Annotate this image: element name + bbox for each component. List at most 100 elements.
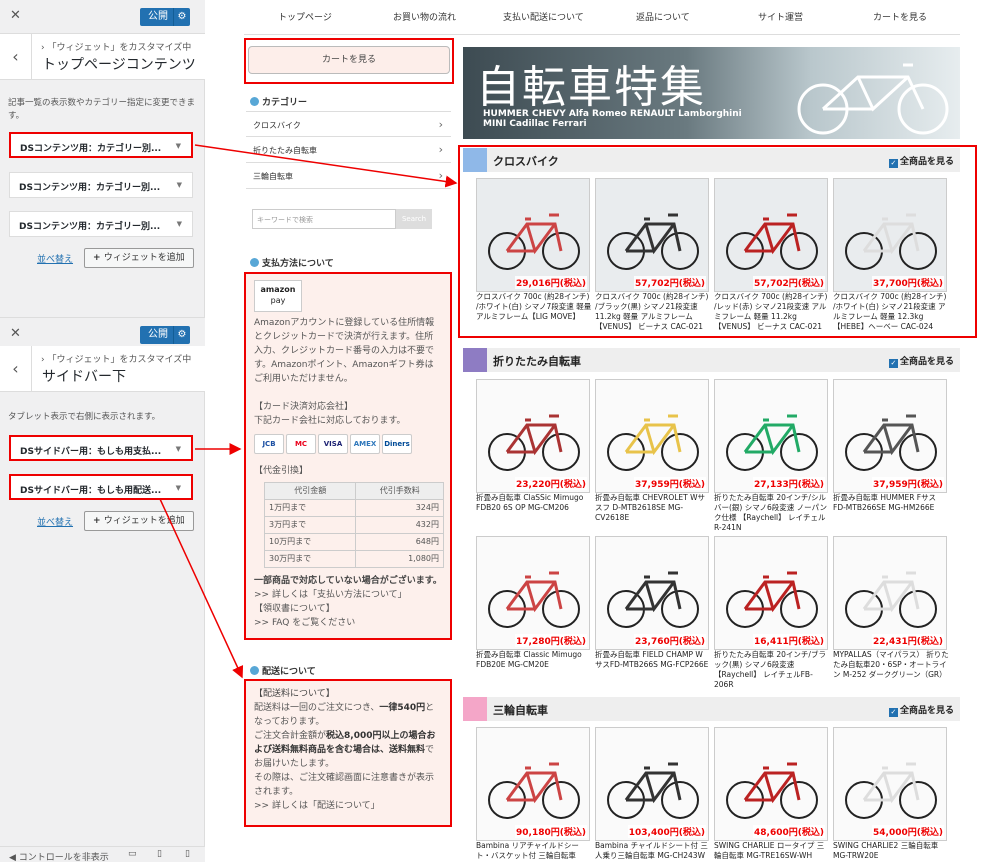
product-name[interactable]: 折畳み自転車 ClaSSic Mimugo FDB20 6S OP MG-CM2…	[476, 493, 592, 533]
close-icon[interactable]: ✕	[10, 8, 21, 23]
widget-item[interactable]: DSサイドバー用：もしも用支払... ▼	[9, 435, 193, 461]
plus-icon: +	[93, 253, 104, 263]
product-image[interactable]: 48,600円(税込)	[714, 727, 828, 841]
triangle-down-icon[interactable]: ▼	[176, 445, 181, 453]
back-arrow-icon[interactable]: ‹	[0, 346, 32, 392]
product-name[interactable]: MYPALLAS（マイパラス） 折りたたみ自転車20・6SP・オートライン M-…	[833, 650, 949, 690]
product-name[interactable]: 折畳み自転車 HUMMER Fサス FD-MTB266SE MG-HM266E	[833, 493, 949, 533]
bullet-icon	[250, 666, 259, 675]
reorder-link[interactable]: 並べ替え	[37, 515, 73, 528]
product-name[interactable]: SWING CHARLIE2 三輪自転車 MG-TRW20E	[833, 841, 949, 862]
product-name[interactable]: 折畳み自転車 Classic Mimugo FDB20E MG-CM20E	[476, 650, 592, 690]
nav-item[interactable]: カートを見る	[873, 10, 927, 30]
product-image[interactable]: 90,180円(税込)	[476, 727, 590, 841]
product-image[interactable]: 29,016円(税込)	[476, 178, 590, 292]
product-name[interactable]: SWING CHARLIE ロータイプ 三輪自転車 MG-TRE16SW-WH	[714, 841, 830, 862]
product-name[interactable]: クロスバイク 700c (約28インチ) /ホワイト(白) シマノ7段変速 軽量…	[476, 292, 592, 332]
feature-banner[interactable]: 自転車特集 HUMMER CHEVY Alfa Romeo RENAULT La…	[463, 47, 960, 139]
product-name[interactable]: クロスバイク 700c (約28インチ) /レッド(赤) シマノ21段変速 アル…	[714, 292, 830, 332]
widget-item[interactable]: DSコンテンツ用：カテゴリー別... ▼	[9, 172, 193, 198]
cod-amount: 30万円まで	[263, 550, 357, 568]
delivery-text: 配送料は一回のご注文につき、一律540円となっております。	[254, 701, 442, 729]
product-name[interactable]: クロスバイク 700c (約28インチ) /ホワイト(白) シマノ21段変速 ア…	[833, 292, 949, 332]
hide-controls-link[interactable]: コントロールを非表示	[19, 853, 109, 862]
nav-item[interactable]: お買い物の流れ	[393, 10, 456, 30]
table-row: 10万円まで 648円	[263, 533, 444, 551]
widget-label: DSコンテンツ用：カテゴリー別...	[19, 183, 161, 193]
widget-item[interactable]: DSコンテンツ用：カテゴリー別... ▼	[9, 211, 193, 237]
product-image[interactable]: 27,133円(税込)	[714, 379, 828, 493]
product-image[interactable]: 23,760円(税込)	[595, 536, 709, 650]
mobile-icon[interactable]: ▯	[185, 849, 190, 859]
nav-item[interactable]: 支払い配送について	[503, 10, 584, 30]
nav-item[interactable]: トップページ	[278, 10, 332, 30]
table-row: 3万円まで 432円	[263, 516, 444, 534]
amazon-pay-logo: amazon pay	[254, 280, 302, 312]
desktop-icon[interactable]: ▭	[128, 849, 137, 859]
panel-description: タブレット表示で右側に表示されます。	[8, 412, 161, 422]
category-link[interactable]: 折りたたみ自転車 ›	[246, 137, 451, 163]
product-image[interactable]: 54,000円(税込)	[833, 727, 947, 841]
search-input[interactable]: キーワードで検索	[252, 209, 396, 229]
category-heading-text: カテゴリー	[262, 98, 308, 108]
view-all-link[interactable]: ✓ 全商品を見る	[888, 154, 954, 168]
close-icon[interactable]: ✕	[10, 326, 21, 341]
product-image[interactable]: 22,431円(税込)	[833, 536, 947, 650]
delivery-link[interactable]: >> 詳しくは「配送について」	[254, 799, 442, 813]
nav-item[interactable]: 返品について	[636, 10, 690, 30]
product-image[interactable]: 37,959円(税込)	[833, 379, 947, 493]
view-all-link[interactable]: ✓ 全商品を見る	[888, 354, 954, 368]
triangle-down-icon[interactable]: ▼	[176, 484, 181, 492]
product-image[interactable]: 37,959円(税込)	[595, 379, 709, 493]
delivery-heading: 配送について	[250, 664, 316, 677]
publish-button[interactable]: 公開 ⚙	[140, 326, 190, 344]
add-widget-button[interactable]: + ウィジェットを追加	[84, 248, 194, 268]
category-link[interactable]: 三輪自転車 ›	[246, 163, 451, 189]
product-image[interactable]: 57,702円(税込)	[714, 178, 828, 292]
add-widget-button[interactable]: + ウィジェットを追加	[84, 511, 194, 531]
product-image[interactable]: 37,700円(税込)	[833, 178, 947, 292]
product-image[interactable]: 23,220円(税込)	[476, 379, 590, 493]
category-heading: カテゴリー	[250, 95, 307, 108]
product-name[interactable]: 折りたたみ自転車 20インチ/シルバー(銀) シマノ6段変速 ノーパンク仕様 【…	[714, 493, 830, 533]
product-name[interactable]: 折りたたみ自転車 20インチ/ブラック(黒) シマノ6段変速 【Raychell…	[714, 650, 830, 690]
triangle-down-icon[interactable]: ▼	[177, 220, 182, 228]
category-link[interactable]: クロスバイク ›	[246, 111, 451, 137]
chevron-right-icon: ›	[438, 169, 443, 182]
search-button[interactable]: Search	[396, 209, 432, 229]
publish-button[interactable]: 公開 ⚙	[140, 8, 190, 26]
category-header: クロスバイク ✓ 全商品を見る	[463, 148, 960, 172]
view-cart-button[interactable]: カートを見る	[248, 46, 450, 74]
collapse-icon[interactable]: ◀	[9, 853, 19, 862]
card-heading: 【カード決済対応会社】	[254, 402, 354, 412]
gear-icon[interactable]: ⚙	[173, 8, 190, 26]
category-color-square	[463, 348, 487, 372]
category-link-label: 折りたたみ自転車	[253, 146, 317, 155]
widget-item[interactable]: DSコンテンツ用：カテゴリー別... ▼	[9, 132, 193, 158]
product-name[interactable]: 折畳み自転車 CHEVROLET Wサスフ D-MTB2618SE MG-CV2…	[595, 493, 711, 533]
product-image[interactable]: 16,411円(税込)	[714, 536, 828, 650]
tablet-icon[interactable]: ▯	[157, 849, 162, 859]
widget-item[interactable]: DSサイドバー用：もしも用配送... ▼	[9, 474, 193, 500]
triangle-down-icon[interactable]: ▼	[177, 181, 182, 189]
product-name[interactable]: クロスバイク 700c (約28インチ) /ブラック(黒) シマノ21段変速 1…	[595, 292, 711, 332]
product-image[interactable]: 103,400円(税込)	[595, 727, 709, 841]
view-all-link[interactable]: ✓ 全商品を見る	[888, 703, 954, 717]
reorder-link[interactable]: 並べ替え	[37, 252, 73, 265]
category-header: 折りたたみ自転車 ✓ 全商品を見る	[463, 348, 960, 372]
gear-icon[interactable]: ⚙	[173, 326, 190, 344]
customizer-sidebar	[0, 0, 205, 862]
view-all-label: 全商品を見る	[899, 706, 954, 716]
back-arrow-icon[interactable]: ‹	[0, 34, 32, 80]
nav-item[interactable]: サイト運営	[758, 10, 803, 30]
banner-brands: HUMMER CHEVY Alfa Romeo RENAULT Lamborgh…	[483, 109, 742, 129]
triangle-down-icon[interactable]: ▼	[176, 142, 181, 150]
add-widget-label: ウィジェットを追加	[103, 253, 185, 263]
product-image[interactable]: 17,280円(税込)	[476, 536, 590, 650]
product-name[interactable]: Bambina チャイルドシート付 三人乗り三輪自転車 MG-CH243W	[595, 841, 711, 862]
faq-link[interactable]: >> FAQ をご覧ください	[254, 616, 442, 630]
product-name[interactable]: 折畳み自転車 FIELD CHAMP W サスFD-MTB266S MG-FCP…	[595, 650, 711, 690]
payment-link[interactable]: >> 詳しくは「支払い方法について」	[254, 588, 442, 602]
product-image[interactable]: 57,702円(税込)	[595, 178, 709, 292]
product-name[interactable]: Bambina リアチャイルドシート・バスケット付 三輪自転車 MG-CH243…	[476, 841, 592, 862]
